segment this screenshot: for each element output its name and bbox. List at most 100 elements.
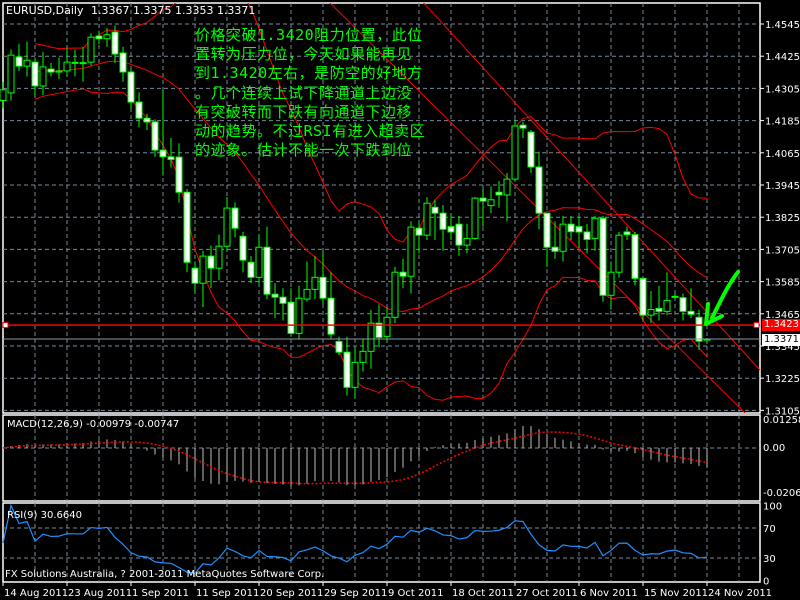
candle-body (567, 223, 575, 233)
candle (423, 197, 431, 241)
candle-body (271, 293, 279, 298)
candle-body (327, 297, 335, 335)
candle-body (255, 246, 263, 278)
ohlc-readout: 1.3367 1.3375 1.3353 1.3371 (90, 4, 256, 17)
annotation-line: 价格突破1.3420阻力位置，此位 (195, 26, 423, 44)
candle-body (215, 245, 223, 269)
candle-body (87, 36, 95, 63)
candle (631, 231, 639, 286)
candle-body (487, 199, 495, 207)
annotation-line: 到1.3420左右，是防空的好地方 (195, 64, 423, 83)
candle (471, 197, 479, 241)
symbol-label: EURUSD,Daily (6, 4, 84, 17)
candle-body (463, 237, 471, 246)
candle-body (207, 255, 215, 269)
candle-body (479, 197, 487, 202)
candle-body (535, 166, 543, 214)
candle-body (135, 101, 143, 119)
candle-body (359, 350, 367, 363)
candle-body (55, 70, 63, 73)
candle-body (391, 271, 399, 318)
macd-label: MACD(12,26,9) -0.00979 -0.00747 (7, 419, 179, 430)
candle-body (0, 89, 7, 101)
candle-body (199, 255, 207, 284)
annotation-line: 。几个连续上试下降通道上边没 (195, 83, 413, 102)
candle-body (79, 62, 87, 65)
candle-body (527, 131, 535, 168)
price-tick-label: 1.4545 (765, 20, 800, 31)
date-tick-label: 9 Oct 2011 (388, 588, 443, 599)
price-tick-label: 1.3945 (765, 181, 800, 192)
candle-body (519, 124, 527, 129)
candle-body (607, 271, 615, 296)
annotation-line: 有突破转而下跌有向通道下边移 (195, 102, 413, 121)
date-tick-label: 18 Oct 2011 (452, 588, 514, 599)
price-tick-label: 1.3825 (765, 213, 800, 224)
price-tick-label: 1.3225 (765, 374, 800, 385)
candle-body (39, 66, 47, 87)
candle-body (367, 322, 375, 352)
candle-body (151, 121, 159, 151)
candle (391, 266, 399, 324)
candle-body (191, 267, 199, 284)
candle-body (671, 295, 679, 298)
price-tick-label: 1.4305 (765, 84, 800, 95)
candle-body (279, 296, 287, 304)
date-tick-label: 14 Aug 2011 (4, 588, 68, 599)
candle (87, 33, 95, 66)
candle-body (639, 277, 647, 316)
date-tick-label: 24 Nov 2011 (708, 588, 772, 599)
annotation-text: 价格突破1.3420阻力位置，此位 置转为压力位，今天如果能再见 到1.3420… (195, 26, 425, 160)
candle-body (599, 217, 607, 296)
candle-body (47, 68, 55, 73)
candle-body (631, 234, 639, 279)
candle-body (687, 310, 695, 315)
annotation-line: 置转为压力位，今天如果能再见 (195, 45, 413, 64)
rsi-tick-label: 0 (763, 577, 769, 588)
price-tick-label: 1.4185 (765, 117, 800, 128)
copyright-text: FX Solutions Australia, ? 2001-2011 Meta… (5, 569, 325, 580)
candle-body (623, 231, 631, 236)
candle-body (111, 31, 119, 55)
candle-body (247, 261, 255, 278)
annotation-line: 的迹象。估计不能一次下跌到位 (195, 141, 413, 160)
candle-body (575, 226, 583, 233)
candle (127, 68, 135, 109)
rsi-tick-label: 100 (763, 502, 782, 513)
candle-body (351, 361, 359, 388)
candle-body (383, 316, 391, 337)
candle-body (455, 223, 463, 246)
candle-body (471, 197, 479, 239)
date-tick-label: 29 Sep 2011 (324, 588, 387, 599)
annotation-line: 动的趋势。不过RSI有进入超卖区 (195, 122, 426, 141)
candle-body (119, 52, 127, 73)
candle (7, 49, 15, 101)
candle-body (655, 307, 663, 312)
resistance-line-handle-right (753, 322, 760, 329)
candle-body (23, 59, 31, 67)
candle-body (399, 271, 407, 277)
candle-body (543, 212, 551, 248)
candle-body (295, 297, 303, 334)
candle-body (143, 117, 151, 123)
candle-body (431, 206, 439, 214)
candle-body (223, 207, 231, 247)
candle-body (239, 235, 247, 261)
candle-body (167, 156, 175, 161)
candle-body (343, 351, 351, 388)
macd-tick-label: 0.00 (763, 443, 785, 454)
candle (527, 129, 535, 173)
candle-body (447, 226, 455, 233)
candle-body (407, 226, 415, 277)
candle-body (679, 297, 687, 312)
candle-body (663, 299, 671, 312)
macd-tick-label: 0.01258 (763, 415, 800, 426)
date-tick-label: 23 Aug 2011 (68, 588, 132, 599)
candle-body (287, 301, 295, 334)
candle-body (551, 246, 559, 252)
candle-body (503, 178, 511, 196)
candle (615, 231, 623, 278)
candle (183, 189, 191, 273)
candle-body (103, 34, 111, 40)
candle-body (231, 207, 239, 229)
